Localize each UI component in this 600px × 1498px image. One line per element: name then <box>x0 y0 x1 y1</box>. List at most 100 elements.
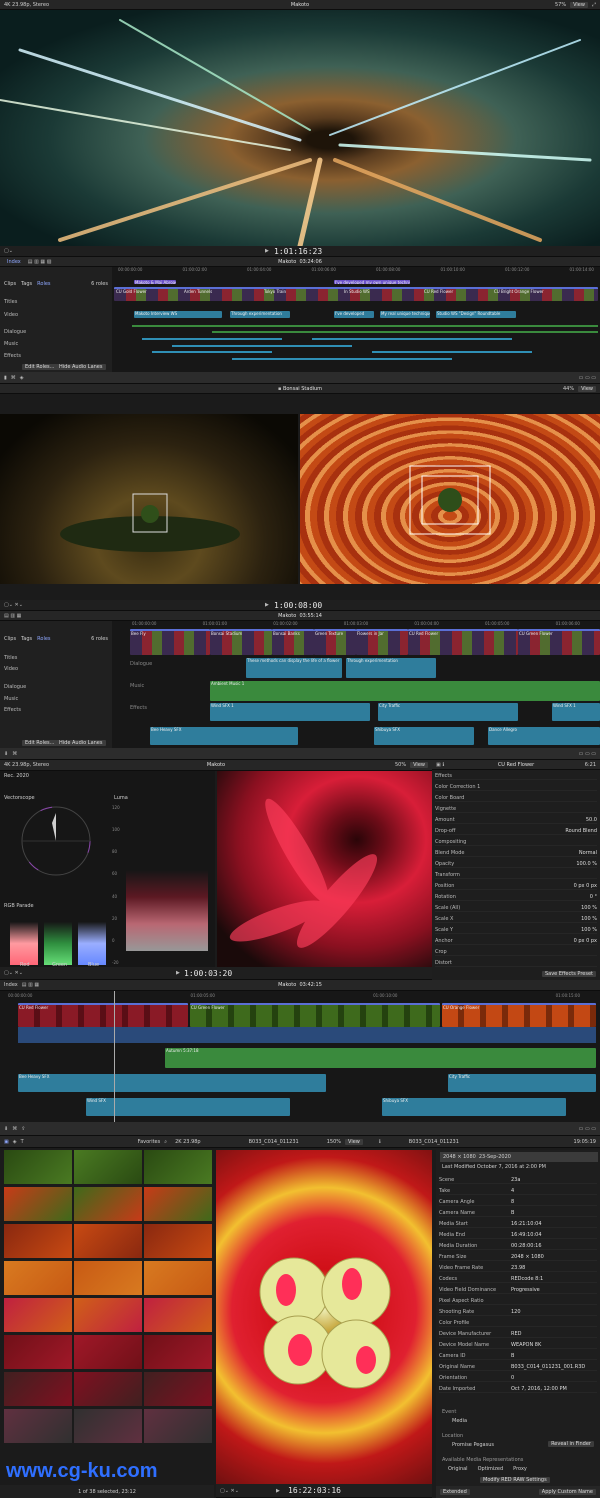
metadata-value[interactable]: 120 <box>511 1309 521 1315</box>
save-effects-preset-button[interactable]: Save Effects Preset <box>541 971 596 977</box>
metadata-value[interactable]: 00:28:00:16 <box>511 1243 542 1249</box>
effects-clip[interactable]: Wind SFX 1 <box>210 703 370 721</box>
play-icon[interactable]: ▶ <box>265 602 269 608</box>
inspector-row-value[interactable]: 100.0 % <box>576 861 597 867</box>
layout-icon[interactable]: ▭ ▭ ▭ <box>579 375 596 381</box>
view-menu[interactable]: View <box>410 762 428 768</box>
clip-thumbnail[interactable] <box>74 1335 142 1369</box>
tab-tags[interactable]: Tags <box>21 636 32 642</box>
dialogue-clip[interactable]: These methods can display the life of a … <box>246 658 342 678</box>
metadata-row[interactable]: Scene 23a <box>439 1176 597 1184</box>
clip-thumbnail[interactable] <box>4 1372 72 1406</box>
tab-clips[interactable]: Clips <box>4 281 16 287</box>
video-clip[interactable]: CU Orange Flower <box>442 1003 596 1027</box>
key-icon[interactable]: ⌘ <box>11 375 16 381</box>
clip-thumbnail[interactable] <box>144 1409 212 1443</box>
metadata-row[interactable]: Media Start 16:21:10:04 <box>439 1220 597 1228</box>
zoom-menu[interactable]: 57% <box>555 2 566 8</box>
layout-icon[interactable]: ▭ ▭ ▭ <box>579 1126 596 1132</box>
music-clip[interactable]: Ambient Music 1 <box>210 681 600 701</box>
inspector-row-value[interactable]: 100 % <box>581 905 597 911</box>
effects-lane[interactable] <box>172 345 352 347</box>
metadata-value[interactable]: 4 <box>511 1188 514 1194</box>
video-clip[interactable]: CU Red Flower <box>18 1003 188 1027</box>
clip-thumbnail[interactable] <box>144 1150 212 1184</box>
video-clip[interactable]: Bee Fly <box>130 629 210 655</box>
inspector-row[interactable]: Amount 50.0 <box>435 816 597 824</box>
dialogue-clip[interactable]: Makoto Interview WS <box>134 311 222 318</box>
metadata-row[interactable]: Device Manufacturer RED <box>439 1330 597 1338</box>
titles-icon[interactable]: T <box>21 1139 24 1145</box>
role-effects[interactable]: Effects <box>4 707 21 713</box>
play-icon[interactable]: ▶ <box>265 248 269 254</box>
role-dialogue[interactable]: Dialogue <box>4 329 26 335</box>
video-clip[interactable]: CU Green Flower <box>518 629 600 655</box>
clip-thumbnail[interactable] <box>4 1150 72 1184</box>
inspector-row-value[interactable]: 0 px 0 px <box>574 883 597 889</box>
search-icon[interactable]: ⌕ <box>164 1139 167 1145</box>
metadata-row[interactable]: Camera Name B <box>439 1209 597 1217</box>
effects-lane[interactable] <box>312 338 512 340</box>
video-inspector-icon[interactable]: ▣ ℹ <box>436 762 444 768</box>
view-menu[interactable]: View <box>578 385 596 392</box>
video-clip[interactable]: Bonsai Stadium <box>210 629 272 655</box>
hide-audio-lanes-button[interactable]: Hide Audio Lanes <box>56 364 106 370</box>
fullscreen-icon[interactable]: ⤢ <box>592 2 596 8</box>
metadata-row[interactable]: Frame Size 2048 × 1080 <box>439 1253 597 1261</box>
import-icon[interactable]: ⬇ <box>4 751 8 757</box>
primary-storyline[interactable]: CU Gold Flower Arden Tunnels Tokyo Train… <box>114 287 598 301</box>
import-icon[interactable]: ⬇ <box>4 1126 8 1132</box>
modify-red-raw-button[interactable]: Modify RED RAW Settings <box>480 1477 550 1483</box>
dialogue-clip[interactable]: I've developed <box>334 311 374 318</box>
tools-icon[interactable]: ▢⌄ <box>4 248 13 254</box>
clip-thumbnail[interactable] <box>4 1298 72 1332</box>
tab-roles[interactable]: Roles <box>37 636 50 642</box>
clip-appearance-icon[interactable]: ▤ ▥ ▦ <box>22 982 39 988</box>
key-icon[interactable]: ⌘ <box>12 751 17 757</box>
play-icon[interactable]: ▶ <box>176 970 180 976</box>
library-icon[interactable]: ▮ <box>4 375 7 381</box>
clip-thumbnail[interactable] <box>144 1372 212 1406</box>
layout-icon[interactable]: ▭ ▭ ▭ <box>579 751 596 757</box>
inspector-row-value[interactable]: 100 % <box>581 927 597 933</box>
clip-thumbnail[interactable] <box>74 1372 142 1406</box>
metadata-value[interactable]: 2048 × 1080 <box>511 1254 544 1260</box>
metadata-row[interactable]: Original Name B033_C014_011231_001.R3D <box>439 1363 597 1371</box>
clip-thumbnail[interactable] <box>4 1335 72 1369</box>
inspector-row[interactable]: Blend Mode Normal <box>435 849 597 857</box>
dialogue-clip[interactable]: Studio WS "Design" Roundtable <box>436 311 516 318</box>
viewer-right-wave-image[interactable] <box>300 414 600 584</box>
zoom-menu[interactable]: 44% <box>563 386 574 392</box>
role-titles[interactable]: Titles <box>4 655 17 661</box>
inspector-row[interactable]: Scale Y 100 % <box>435 926 597 934</box>
effects-clip[interactable]: Shibuya SFX <box>382 1098 566 1116</box>
metadata-value[interactable]: 16:49:10:04 <box>511 1232 542 1238</box>
view-menu[interactable]: View <box>345 1138 363 1145</box>
inspector-row[interactable]: Color Board <box>435 794 597 802</box>
inspector-row[interactable]: Opacity 100.0 % <box>435 860 597 868</box>
effects-lane[interactable] <box>152 351 272 353</box>
metadata-row[interactable]: Take 4 <box>439 1187 597 1195</box>
tools-icon[interactable]: ▢⌄ ✕⌄ <box>4 970 23 976</box>
reveal-in-finder-button[interactable]: Reveal in Finder <box>548 1441 594 1447</box>
role-titles[interactable]: Titles <box>4 299 17 305</box>
music-lane[interactable] <box>212 331 598 333</box>
music-clip[interactable]: Autumn 5:37:18 <box>165 1048 596 1068</box>
edit-roles-button[interactable]: Edit Roles... <box>22 364 58 370</box>
metadata-row[interactable]: Codecs REDcode 8:1 <box>439 1275 597 1283</box>
clip-appearance-icon[interactable]: ▤ ▥ ▦ <box>4 613 21 619</box>
zoom-menu[interactable]: 50% <box>395 762 406 768</box>
tab-clips[interactable]: Clips <box>4 636 16 642</box>
viewer-flower-macro-image[interactable] <box>216 1150 432 1484</box>
viewer-tunnel-image[interactable] <box>0 10 600 246</box>
dialogue-clip[interactable]: My real unique technique <box>380 311 430 318</box>
inspector-row-value[interactable]: 0 ° <box>590 894 597 900</box>
photos-icon[interactable]: ◈ <box>13 1139 17 1145</box>
metadata-value[interactable]: Progressive <box>511 1287 540 1293</box>
role-music[interactable]: Music <box>4 341 18 347</box>
clip-thumbnail[interactable] <box>74 1187 142 1221</box>
clip-thumbnail[interactable] <box>74 1261 142 1295</box>
effects-lane[interactable] <box>372 351 532 353</box>
video-clip[interactable]: CU Green Flower <box>190 1003 440 1027</box>
metadata-value[interactable]: 16:21:10:04 <box>511 1221 542 1227</box>
